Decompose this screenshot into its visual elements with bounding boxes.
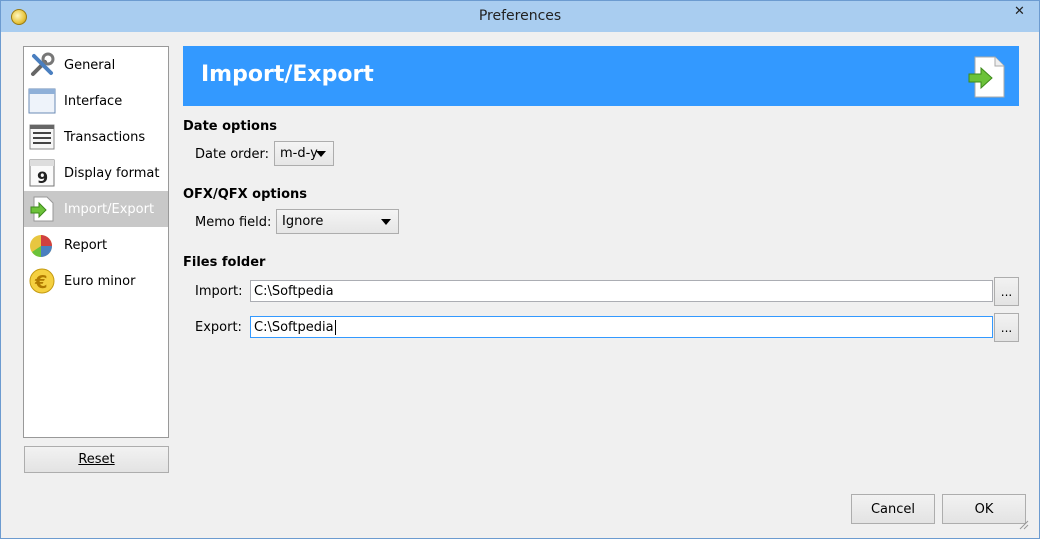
window-title: Preferences (478, 8, 562, 24)
cancel-button-label: Cancel (870, 501, 916, 517)
import-folder-value: C:\Softpedia (254, 283, 334, 299)
sidebar-item-interface[interactable]: Interface (24, 83, 168, 119)
import-browse-button[interactable]: ... (994, 277, 1019, 306)
sidebar-item-label: General (64, 57, 116, 73)
sidebar-item-label: Import/Export (64, 201, 155, 217)
sidebar-item-report[interactable]: Report (24, 227, 168, 263)
sidebar-item-label: Display format (64, 165, 160, 181)
preferences-window: Preferences ✕ General Interface Transact… (0, 0, 1040, 539)
dialog-client: General Interface Transactions 9 Display… (9, 32, 1031, 532)
date-order-combo[interactable]: m-d-y (274, 141, 334, 166)
window-icon (28, 87, 56, 115)
date-options-heading: Date options (183, 119, 277, 134)
title-bar: Preferences ✕ (1, 1, 1039, 32)
euro-icon: € (28, 267, 56, 295)
date-order-value: m-d-y (280, 146, 318, 161)
chevron-down-icon (381, 219, 391, 225)
list-icon (28, 123, 56, 151)
page-header-banner: Import/Export (183, 46, 1019, 106)
import-folder-input[interactable]: C:\Softpedia (250, 280, 993, 302)
import-export-icon (28, 195, 56, 223)
tools-icon (28, 51, 56, 79)
export-folder-value: C:\Softpedia (254, 319, 334, 335)
import-label: Import: (195, 284, 243, 299)
close-button[interactable]: ✕ (1004, 1, 1035, 22)
memo-field-label: Memo field: (195, 215, 272, 230)
import-export-icon (967, 55, 1007, 99)
export-browse-button[interactable]: ... (994, 313, 1019, 342)
reset-button[interactable]: Reset (24, 446, 169, 473)
sidebar-item-label: Transactions (64, 129, 146, 145)
chevron-down-icon (316, 151, 326, 157)
calendar-icon: 9 (28, 159, 56, 187)
memo-field-value: Ignore (282, 214, 324, 229)
text-caret (334, 319, 336, 335)
svg-text:€: € (34, 272, 48, 293)
reset-button-label: Reset (78, 452, 115, 467)
sidebar-item-general[interactable]: General (24, 47, 168, 83)
page-title: Import/Export (201, 62, 374, 87)
ok-button-label: OK (974, 501, 994, 517)
sidebar-item-transactions[interactable]: Transactions (24, 119, 168, 155)
memo-field-combo[interactable]: Ignore (276, 209, 399, 234)
files-folder-heading: Files folder (183, 255, 266, 270)
sidebar-item-import-export[interactable]: Import/Export (24, 191, 168, 227)
sidebar-item-display-format[interactable]: 9 Display format (24, 155, 168, 191)
sidebar-item-label: Report (64, 237, 108, 253)
resize-grip-icon[interactable] (1017, 518, 1029, 530)
svg-text:9: 9 (37, 168, 48, 187)
ok-button[interactable]: OK (942, 494, 1026, 524)
date-order-label: Date order: (195, 147, 270, 162)
sidebar-item-label: Euro minor (64, 273, 136, 289)
sidebar-item-euro-minor[interactable]: € Euro minor (24, 263, 168, 299)
cancel-button[interactable]: Cancel (851, 494, 935, 524)
ofx-options-heading: OFX/QFX options (183, 187, 308, 202)
pie-chart-icon (28, 231, 56, 259)
export-folder-input[interactable]: C:\Softpedia (250, 316, 993, 338)
category-list: General Interface Transactions 9 Display… (23, 46, 169, 438)
sidebar-item-label: Interface (64, 93, 123, 109)
export-label: Export: (195, 320, 242, 335)
